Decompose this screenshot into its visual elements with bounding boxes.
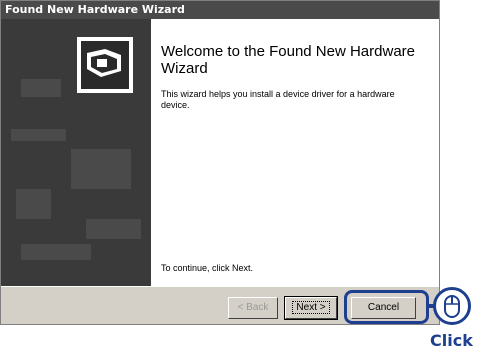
- click-label: Click: [430, 331, 473, 350]
- back-button[interactable]: < Back: [228, 297, 278, 319]
- cancel-highlight: [344, 290, 429, 324]
- next-button[interactable]: Next >: [284, 296, 338, 320]
- mouse-callout: [433, 287, 471, 325]
- window-titlebar: Found New Hardware Wizard: [1, 1, 439, 19]
- wizard-content: Welcome to the Found New Hardware Wizard…: [1, 19, 439, 286]
- wizard-window: Found New Hardware Wizard Welcome to the…: [0, 0, 440, 325]
- wizard-heading: Welcome to the Found New Hardware Wizard: [161, 43, 416, 77]
- wizard-text-pane: Welcome to the Found New Hardware Wizard…: [151, 19, 439, 286]
- wizard-description: This wizard helps you install a device d…: [161, 89, 395, 110]
- mouse-icon: [444, 295, 460, 318]
- hardware-banner-graphic: [1, 19, 151, 286]
- hardware-card-icon: [77, 37, 133, 93]
- wizard-side-banner: [1, 19, 151, 286]
- continue-instruction: To continue, click Next.: [161, 263, 254, 273]
- next-button-label: Next >: [292, 301, 330, 314]
